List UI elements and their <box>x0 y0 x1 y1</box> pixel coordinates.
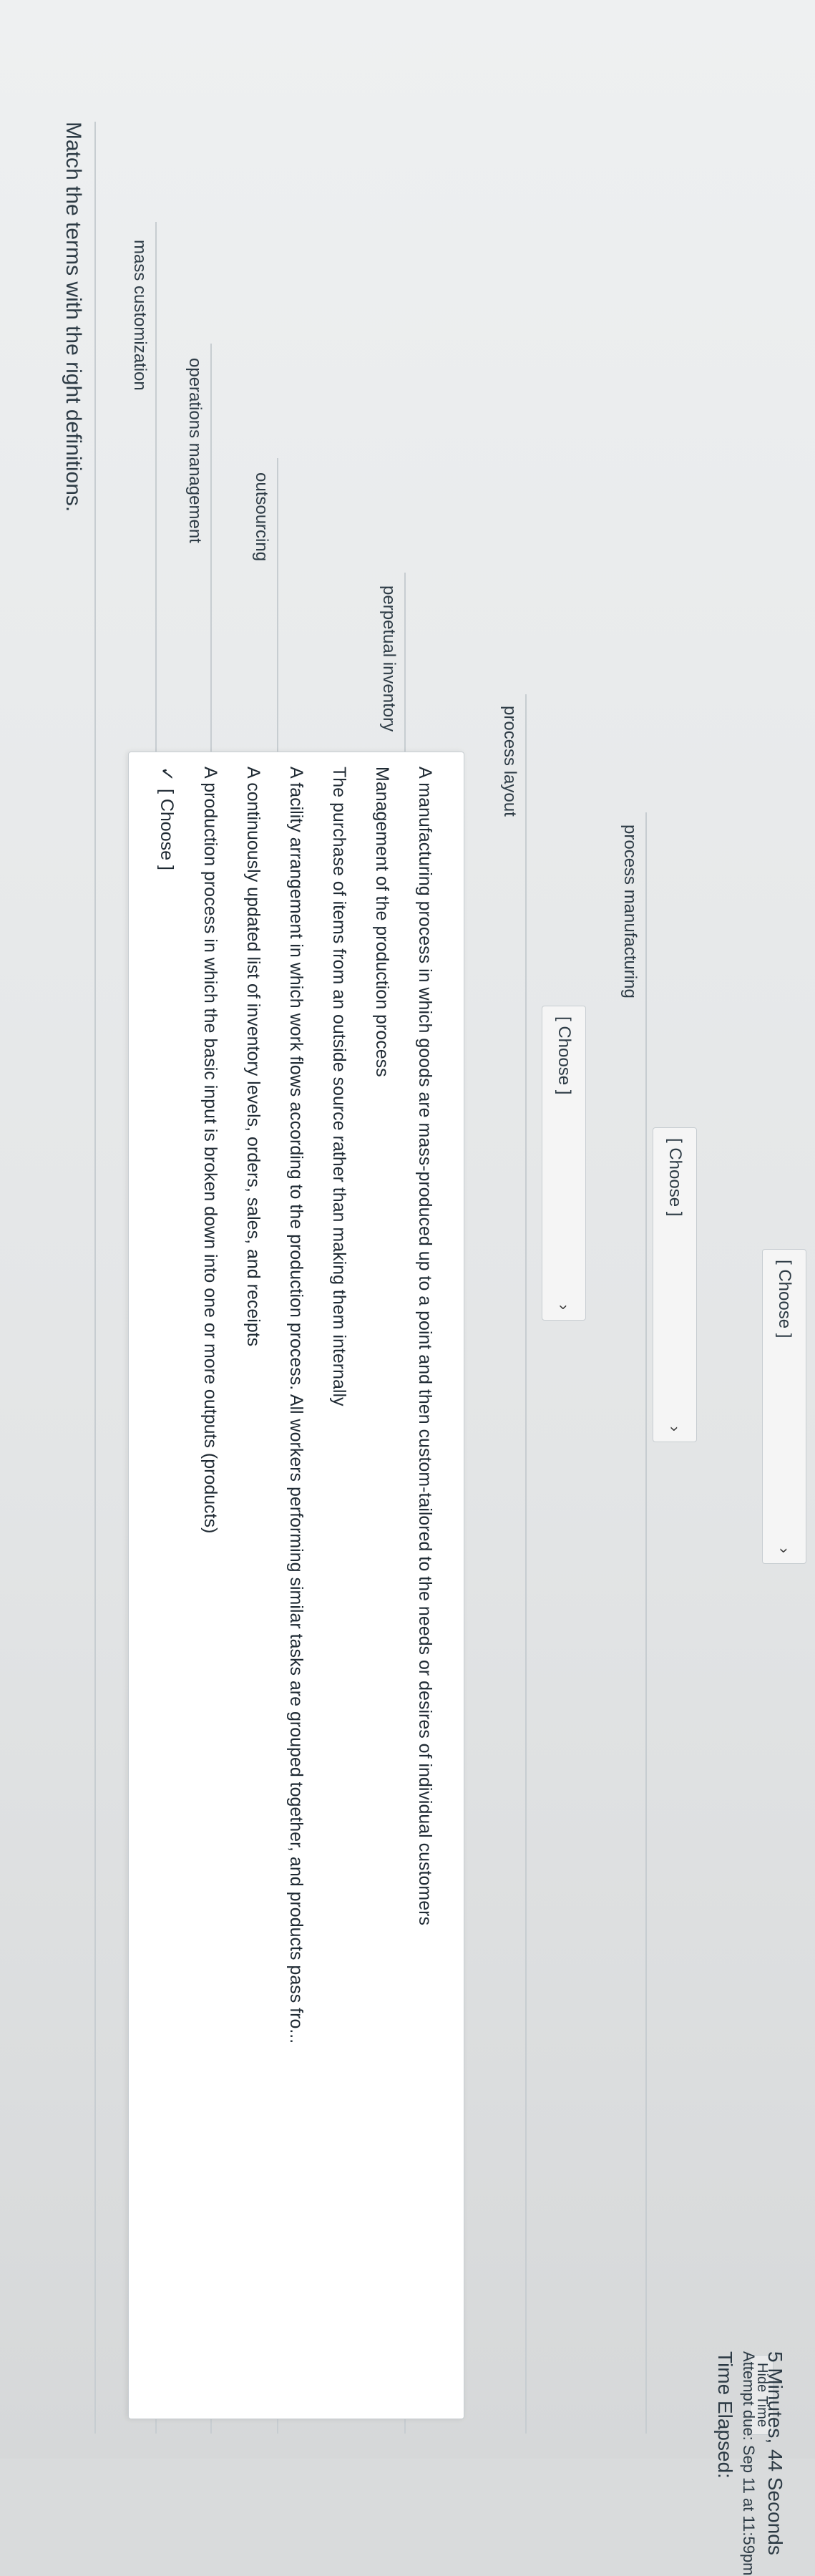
quiz-page: Match the terms with the right definitio… <box>0 0 815 2576</box>
dropdown-option[interactable]: A manufacturing process in which goods a… <box>414 767 435 1925</box>
term-select-process-manufacturing[interactable]: [ Choose ] › <box>762 1249 806 1564</box>
dropdown-option[interactable]: A continuously updated list of inventory… <box>243 767 263 1346</box>
chevron-down-icon: › <box>776 1547 794 1553</box>
title-divider <box>94 122 96 2434</box>
term-label-mass-customization: mass customization <box>130 240 150 391</box>
term-label-perpetual-inventory: perpetual inventory <box>379 585 399 732</box>
dropdown-option[interactable]: A production process in which the basic … <box>200 767 220 1533</box>
attempt-due-text: Attempt due: Sep 11 at 11:59pm <box>740 2351 758 2576</box>
row-divider <box>645 812 647 2434</box>
term-label-process-manufacturing: process manufacturing <box>620 825 640 998</box>
select-value: [ Choose ] <box>555 1016 574 1095</box>
options-dropdown: ✓[ Choose ] A production process in whic… <box>128 752 464 2419</box>
elapsed-time: 5 Minutes, 44 Seconds <box>764 2351 786 2555</box>
select-value: [ Choose ] <box>775 1260 794 1338</box>
term-label-operations-management: operations management <box>185 358 205 543</box>
timer-label: Time Elapsed: <box>714 2351 736 2479</box>
term-select-process-layout[interactable]: [ Choose ] › <box>653 1127 697 1442</box>
chevron-down-icon: › <box>555 1304 573 1310</box>
dropdown-option-choose[interactable]: ✓[ Choose ] <box>156 767 177 870</box>
row-divider <box>525 694 527 2434</box>
check-icon: ✓ <box>157 767 177 782</box>
term-label-outsourcing: outsourcing <box>252 472 271 562</box>
question-title: Match the terms with the right definitio… <box>62 122 85 512</box>
dropdown-option[interactable]: A facility arrangement in which work flo… <box>286 767 306 2043</box>
select-value: [ Choose ] <box>665 1138 685 1217</box>
dropdown-option[interactable]: Management of the production process <box>371 767 392 1077</box>
term-select-perpetual-inventory[interactable]: [ Choose ] › <box>542 1006 586 1321</box>
chevron-down-icon: › <box>666 1426 684 1432</box>
dropdown-option[interactable]: The purchase of items from an outside so… <box>328 767 349 1406</box>
term-label-process-layout: process layout <box>500 706 519 817</box>
